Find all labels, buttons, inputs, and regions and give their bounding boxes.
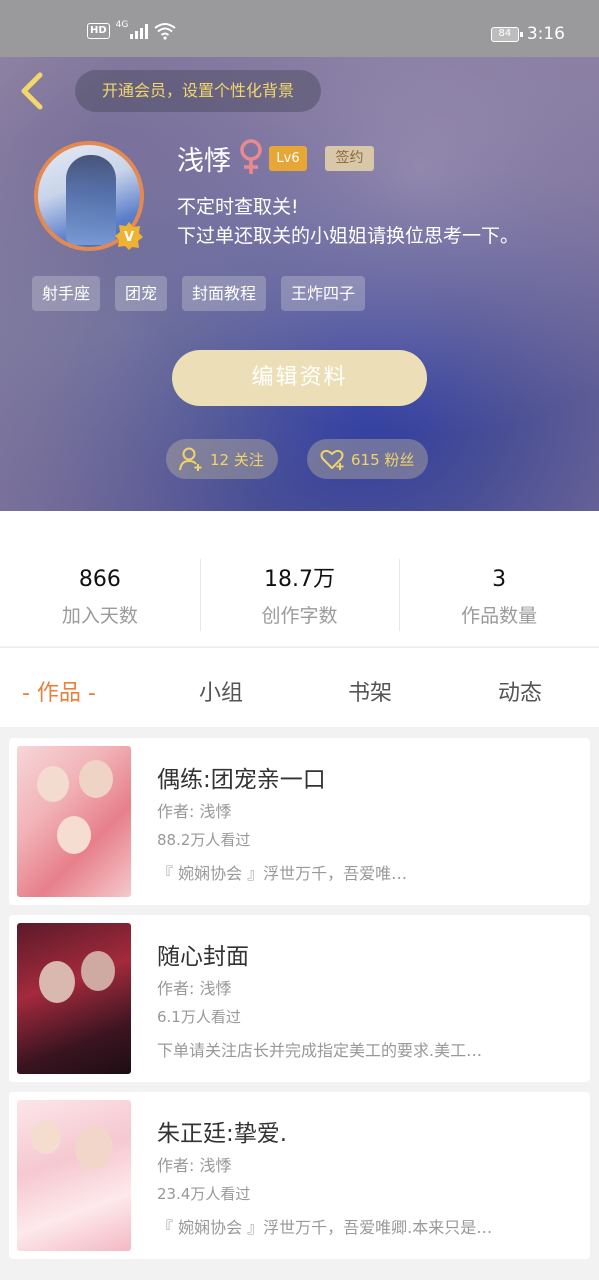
back-arrow-icon[interactable] xyxy=(16,71,46,111)
work-views: 88.2万人看过 xyxy=(157,831,251,849)
work-card[interactable]: 朱正廷:挚爱. 作者: 浅悸 23.4万人看过 『 婉娴协会 』浮世万千，吾爱唯… xyxy=(9,1092,590,1259)
tag[interactable]: 封面教程 xyxy=(182,276,267,311)
vip-background-banner[interactable]: 开通会员，设置个性化背景 xyxy=(75,70,321,112)
work-card[interactable]: 随心封面 作者: 浅悸 6.1万人看过 下单请关注店长并完成指定美工的要求.美工… xyxy=(9,915,590,1082)
tag[interactable]: 王炸四子 xyxy=(281,276,366,311)
work-views: 6.1万人看过 xyxy=(157,1008,241,1026)
stat-label: 加入天数 xyxy=(61,605,138,627)
status-right: 84 3:16 xyxy=(490,24,565,44)
svg-text:V: V xyxy=(124,230,134,245)
work-card[interactable]: 偶练:团宠亲一口 作者: 浅悸 88.2万人看过 『 婉娴协会 』浮世万千，吾爱… xyxy=(9,738,590,905)
wifi-icon xyxy=(154,23,176,40)
work-title: 朱正廷:挚爱. xyxy=(157,1121,288,1147)
user-name: 浅悸 xyxy=(177,146,231,177)
followers-button[interactable]: 615 粉丝 xyxy=(307,439,429,479)
work-title: 随心封面 xyxy=(157,944,249,970)
stats-row: 866 加入天数 18.7万 创作字数 3 作品数量 xyxy=(0,511,599,646)
edit-profile-button[interactable]: 编辑资料 xyxy=(172,350,427,406)
stat-word-count: 18.7万 创作字数 xyxy=(199,511,400,646)
tag[interactable]: 射手座 xyxy=(32,276,101,311)
followers-count: 615 粉丝 xyxy=(351,450,415,469)
avatar-figure xyxy=(66,155,116,245)
work-description: 『 婉娴协会 』浮世万千，吾爱唯… xyxy=(157,864,408,883)
stat-value: 3 xyxy=(492,567,507,592)
clock: 3:16 xyxy=(526,24,565,44)
tab-works[interactable]: - 作品 - xyxy=(22,675,96,707)
tag[interactable]: 团宠 xyxy=(115,276,168,311)
battery-icon: 84 xyxy=(490,26,523,42)
work-author: 作者: 浅悸 xyxy=(157,1156,232,1175)
work-description: 『 婉娴协会 』浮世万千，吾爱唯卿.本来只是… xyxy=(157,1218,493,1237)
female-icon xyxy=(240,139,262,174)
work-views: 23.4万人看过 xyxy=(157,1185,251,1203)
network-type: 4G xyxy=(115,20,129,30)
user-add-icon xyxy=(179,447,202,471)
signed-badge: 签约 xyxy=(325,146,374,171)
tab-groups[interactable]: 小组 xyxy=(199,675,243,707)
bio-line: 不定时查取关! xyxy=(177,196,299,218)
work-cover-image[interactable] xyxy=(17,746,131,897)
status-left: HD 4G xyxy=(87,20,176,40)
stat-value: 866 xyxy=(78,567,121,592)
work-title: 偶练:团宠亲一口 xyxy=(157,767,326,793)
stat-value: 18.7万 xyxy=(264,567,335,592)
signal-icon xyxy=(130,23,149,39)
tab-activity[interactable]: 动态 xyxy=(498,675,542,707)
tag-list: 射手座 团宠 封面教程 王炸四子 xyxy=(32,276,366,311)
following-count: 12 关注 xyxy=(210,450,264,469)
user-bio: 不定时查取关! 下过单还取关的小姐姐请换位思考一下。 xyxy=(177,193,519,251)
level-badge: Lv6 xyxy=(269,146,307,171)
stat-label: 作品数量 xyxy=(461,605,538,627)
stat-join-days: 866 加入天数 xyxy=(0,511,200,646)
stat-label: 创作字数 xyxy=(261,605,338,627)
work-cover-image[interactable] xyxy=(17,1100,131,1251)
tab-bookshelf[interactable]: 书架 xyxy=(348,675,392,707)
stat-works-count: 3 作品数量 xyxy=(399,511,599,646)
bio-line: 下过单还取关的小姐姐请换位思考一下。 xyxy=(177,225,520,247)
tab-bar: - 作品 - 小组 书架 动态 xyxy=(0,647,599,727)
verified-badge-icon: V xyxy=(115,222,143,250)
work-author: 作者: 浅悸 xyxy=(157,979,232,998)
hd-icon: HD xyxy=(87,23,110,39)
work-cover-image[interactable] xyxy=(17,923,131,1074)
following-button[interactable]: 12 关注 xyxy=(166,439,278,479)
profile-header: 开通会员，设置个性化背景 V 浅悸 Lv6 签约 不定时查取关! 下过单还取关的… xyxy=(0,57,599,511)
heart-plus-icon xyxy=(320,449,344,470)
status-bar: HD 4G 84 3:16 xyxy=(0,0,599,57)
work-description: 下单请关注店长并完成指定美工的要求.美工… xyxy=(157,1041,483,1060)
work-author: 作者: 浅悸 xyxy=(157,802,232,821)
